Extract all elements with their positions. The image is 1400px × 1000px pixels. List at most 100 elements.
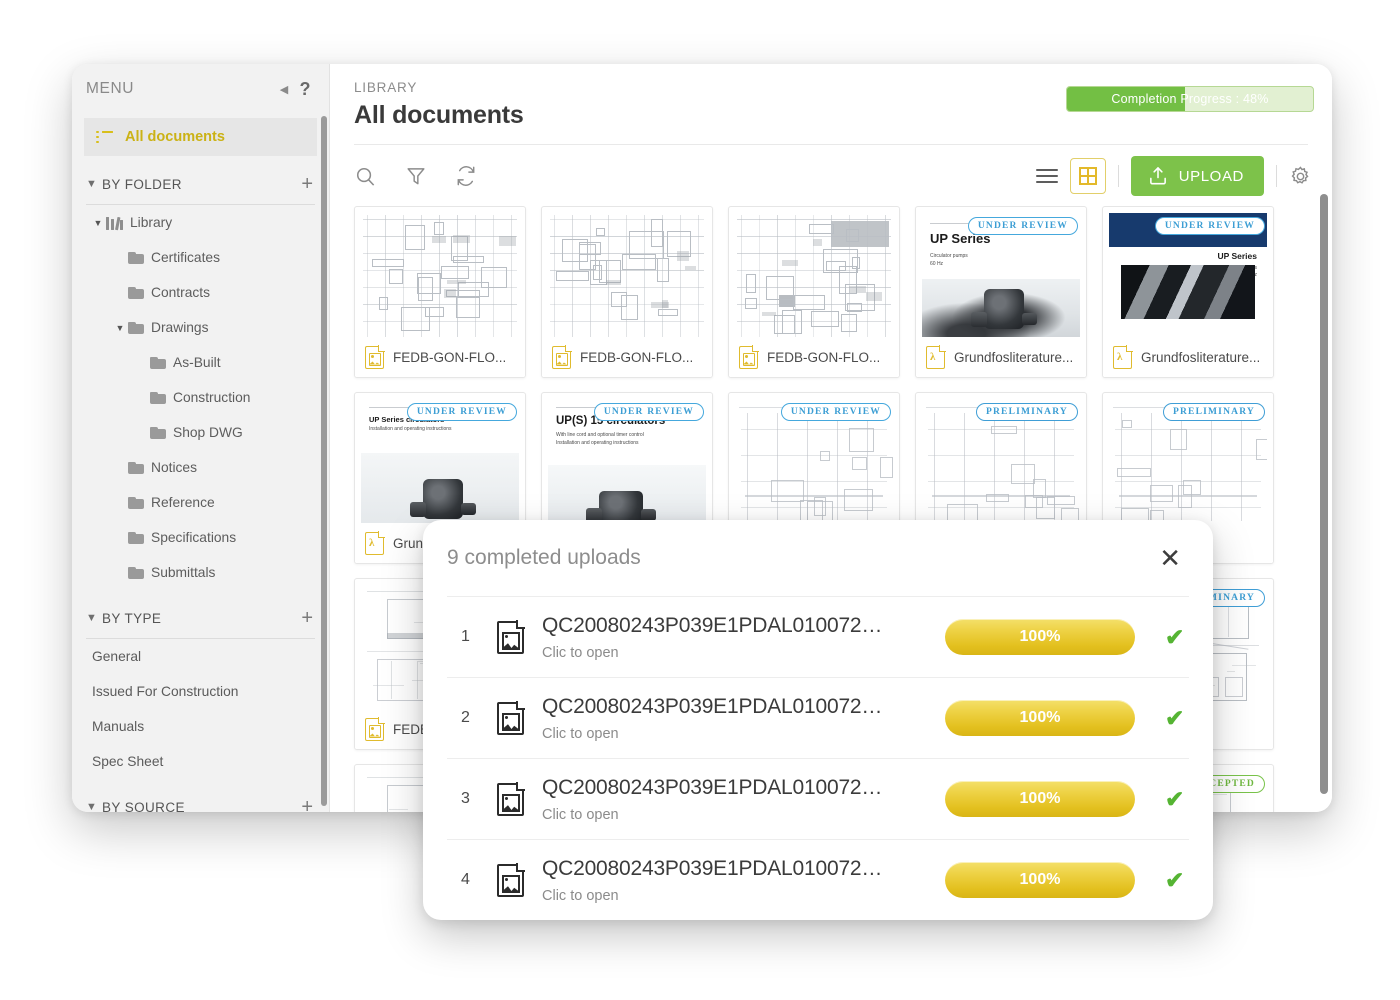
document-card[interactable]: FEDB-GON-FLO...: [541, 206, 713, 378]
image-file-icon: [739, 344, 759, 369]
folder-tree-item[interactable]: Submittals: [72, 555, 329, 590]
status-badge: PRELIMINARY: [1162, 403, 1265, 421]
modal-title: 9 completed uploads: [447, 546, 641, 569]
upload-row-info: QC20080243P039E1PDAL010072… Clic to open: [542, 857, 945, 904]
modal-header: 9 completed uploads ✕: [423, 520, 1213, 596]
folder-icon: [128, 286, 144, 299]
upload-progress-bar: 100%: [945, 619, 1135, 655]
page-header: LIBRARY All documents Completion Progres…: [330, 64, 1332, 145]
folder-tree-item[interactable]: Contracts: [72, 275, 329, 310]
upload-file-hint: Clic to open: [542, 644, 619, 661]
upload-file-name[interactable]: QC20080243P039E1PDAL010072…: [542, 776, 945, 800]
document-card[interactable]: FEDB-GON-FLO...: [728, 206, 900, 378]
image-file-icon: [365, 344, 385, 369]
folder-tree-item[interactable]: Reference: [72, 485, 329, 520]
document-card[interactable]: GRUNDFOS DATA BOOKLETUP SeriesCirculator…: [915, 206, 1087, 378]
add-type-button[interactable]: +: [301, 608, 315, 628]
caret-down-icon[interactable]: ▼: [90, 218, 106, 228]
folder-tree-item[interactable]: As-Built: [72, 345, 329, 380]
sidebar-section-by-folder[interactable]: ▼ BY FOLDER +: [86, 166, 315, 202]
folder-tree-item[interactable]: Certificates: [72, 240, 329, 275]
sidebar-scrollbar[interactable]: [321, 116, 327, 806]
folder-tree-item[interactable]: Construction: [72, 380, 329, 415]
folder-tree-item-label: Shop DWG: [173, 425, 243, 440]
upload-button[interactable]: UPLOAD: [1130, 156, 1264, 196]
divider: [1276, 165, 1277, 187]
upload-row[interactable]: 3 QC20080243P039E1PDAL010072… Clic to open…: [447, 758, 1189, 839]
folder-tree-item-label: Certificates: [151, 250, 221, 265]
sidebar-section-by-source[interactable]: ▼ BY SOURCE +: [86, 789, 315, 812]
add-source-button[interactable]: +: [301, 797, 315, 812]
sidebar: MENU ◀ ? All documents ▼ BY FOLDER + ▼ Li…: [72, 64, 330, 812]
upload-file-hint: Clic to open: [542, 725, 619, 742]
upload-row-index: 4: [461, 871, 470, 888]
grid-view-icon[interactable]: [1069, 158, 1106, 194]
document-card-footer: FEDB-GON-FLO...: [729, 337, 899, 377]
divider: [1117, 165, 1119, 187]
upload-row-info: QC20080243P039E1PDAL010072… Clic to open: [542, 614, 945, 661]
upload-row-index: 3: [461, 790, 470, 807]
folder-tree-item[interactable]: ▼ Library: [72, 205, 329, 240]
sidebar-header: MENU ◀ ?: [72, 64, 329, 114]
upload-file-hint: Clic to open: [542, 887, 619, 904]
folder-tree-item[interactable]: ▼ Drawings: [72, 310, 329, 345]
sidebar-section-by-type[interactable]: ▼ BY TYPE +: [86, 600, 315, 636]
refresh-icon[interactable]: [455, 165, 477, 187]
content-scrollbar[interactable]: [1320, 194, 1328, 794]
type-list-item[interactable]: General: [72, 639, 329, 674]
folder-tree-item-label: Reference: [151, 495, 215, 510]
status-badge: UNDER REVIEW: [1154, 217, 1265, 235]
books-icon: [106, 216, 123, 230]
document-card[interactable]: UP SeriesCirculators60 HzUNDER REVIEWλGr…: [1102, 206, 1274, 378]
list-view-icon[interactable]: [1035, 168, 1058, 184]
menu-label: MENU: [86, 80, 135, 97]
check-icon: ✔: [1165, 623, 1185, 650]
gear-icon[interactable]: [1289, 165, 1312, 188]
upload-row[interactable]: 1 QC20080243P039E1PDAL010072… Clic to open…: [447, 596, 1189, 677]
document-thumbnail: [735, 213, 893, 341]
folder-icon: [128, 566, 144, 579]
folder-tree-item[interactable]: Shop DWG: [72, 415, 329, 450]
document-card-footer: FEDB-GON-FLO...: [542, 337, 712, 377]
image-file-icon: [497, 781, 525, 816]
folder-tree-item-label: Drawings: [151, 320, 209, 335]
folder-tree-item-label: Submittals: [151, 565, 216, 580]
upload-progress-bar: 100%: [945, 781, 1135, 817]
check-icon: ✔: [1165, 704, 1185, 731]
search-icon[interactable]: [354, 165, 377, 188]
type-list-item[interactable]: Manuals: [72, 709, 329, 744]
upload-row[interactable]: 4 QC20080243P039E1PDAL010072… Clic to open…: [447, 839, 1189, 920]
caret-left-icon[interactable]: ◀: [275, 83, 293, 96]
type-list: General Issued For Construction Manuals Spe…: [72, 639, 329, 779]
add-folder-button[interactable]: +: [301, 174, 315, 194]
upload-file-name[interactable]: QC20080243P039E1PDAL010072…: [542, 614, 945, 638]
question-mark-icon[interactable]: ?: [297, 79, 313, 100]
image-file-icon: [365, 716, 385, 741]
upload-progress-bar: 100%: [945, 862, 1135, 898]
image-file-icon: [497, 619, 525, 654]
status-badge: UNDER REVIEW: [406, 403, 517, 421]
folder-tree-item-label: Specifications: [151, 530, 237, 545]
folder-tree-item[interactable]: Specifications: [72, 520, 329, 555]
completion-progress-bar: Completion Progress : 48%: [1066, 86, 1314, 112]
document-card-footer: FEDB-GON-FLO...: [355, 337, 525, 377]
upload-file-name[interactable]: QC20080243P039E1PDAL010072…: [542, 695, 945, 719]
section-title: BY SOURCE: [102, 799, 185, 813]
folder-icon: [150, 426, 166, 439]
caret-down-icon[interactable]: ▼: [112, 323, 128, 333]
folder-tree-item-label: Notices: [151, 460, 198, 475]
type-list-item[interactable]: Spec Sheet: [72, 744, 329, 779]
upload-row-info: QC20080243P039E1PDAL010072… Clic to open: [542, 776, 945, 823]
type-list-item[interactable]: Issued For Construction: [72, 674, 329, 709]
progress-label: Completion Progress : 48%: [1111, 92, 1269, 106]
image-file-icon: [552, 344, 572, 369]
folder-icon: [150, 356, 166, 369]
document-thumbnail: [548, 213, 706, 341]
upload-file-name[interactable]: QC20080243P039E1PDAL010072…: [542, 857, 945, 881]
filter-icon[interactable]: [405, 165, 427, 187]
folder-tree-item[interactable]: Notices: [72, 450, 329, 485]
close-icon[interactable]: ✕: [1159, 545, 1181, 571]
document-card[interactable]: FEDB-GON-FLO...: [354, 206, 526, 378]
sidebar-item-all-documents[interactable]: All documents: [84, 118, 317, 156]
upload-row[interactable]: 2 QC20080243P039E1PDAL010072… Clic to open…: [447, 677, 1189, 758]
